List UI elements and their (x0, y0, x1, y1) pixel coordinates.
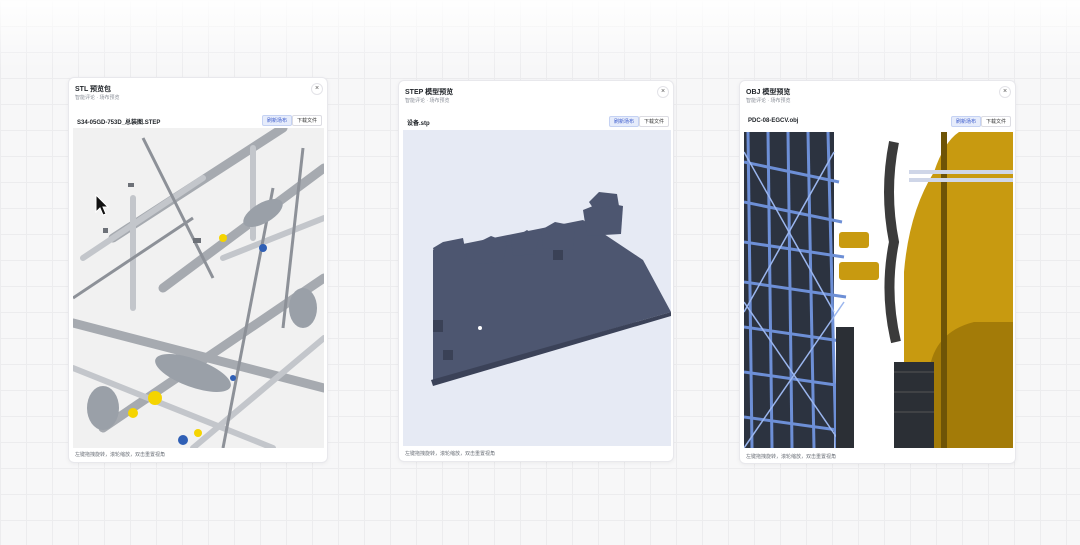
obj-preview-card: OBJ 模型预览 智能评论 · 场布预览 × PDC-08-EGCV.obj 刷… (739, 80, 1016, 464)
model-viewport[interactable] (744, 132, 1013, 448)
file-toolbar: PDC-08-EGCV.obj 刷新场布 下载文件 (740, 115, 1015, 131)
interaction-hint: 左键拖拽旋转，滚轮缩放，双击重置视角 (75, 452, 166, 458)
refresh-layout-button[interactable]: 刷新场布 (609, 116, 640, 127)
stl-model-render (73, 128, 324, 448)
card-title: STL 预览包 (75, 86, 112, 93)
obj-model-render (744, 132, 1013, 448)
refresh-layout-button[interactable]: 刷新场布 (262, 115, 293, 126)
interaction-hint: 左键拖拽旋转，滚轮缩放，双击重置视角 (746, 454, 837, 460)
card-title: OBJ 模型预览 (746, 89, 791, 96)
mouse-pointer-icon (95, 194, 109, 216)
interaction-hint: 左键拖拽旋转，滚轮缩放，双击重置视角 (405, 451, 496, 457)
card-header: OBJ 模型预览 智能评论 · 场布预览 × (740, 81, 1015, 111)
close-icon[interactable]: × (657, 86, 669, 98)
close-icon[interactable]: × (311, 83, 323, 95)
card-subtitle: 智能评论 · 场布预览 (746, 98, 791, 104)
download-file-button[interactable]: 下载文件 (292, 115, 323, 126)
file-name: 设备.stp (407, 121, 430, 127)
download-file-button[interactable]: 下载文件 (981, 116, 1012, 127)
card-subtitle: 智能评论 · 场布预览 (405, 98, 450, 104)
card-subtitle: 智能评论 · 场布预览 (75, 95, 120, 101)
refresh-layout-button[interactable]: 刷新场布 (951, 116, 982, 127)
file-toolbar: 设备.stp 刷新场布 下载文件 (399, 115, 673, 131)
stl-preview-card: STL 预览包 智能评论 · 场布预览 × S34-05GD-753D_总装图.… (68, 77, 328, 463)
file-name: PDC-08-EGCV.obj (748, 118, 799, 124)
card-header: STL 预览包 智能评论 · 场布预览 × (69, 78, 327, 108)
model-viewport[interactable] (73, 128, 324, 448)
model-viewport[interactable] (403, 130, 671, 446)
close-icon[interactable]: × (999, 86, 1011, 98)
file-name: S34-05GD-753D_总装图.STEP (77, 120, 161, 126)
card-title: STEP 模型预览 (405, 89, 454, 96)
step-preview-card: STEP 模型预览 智能评论 · 场布预览 × 设备.stp 刷新场布 下载文件 (398, 80, 674, 462)
step-model-render (431, 192, 671, 386)
download-file-button[interactable]: 下载文件 (639, 116, 670, 127)
card-header: STEP 模型预览 智能评论 · 场布预览 × (399, 81, 673, 111)
